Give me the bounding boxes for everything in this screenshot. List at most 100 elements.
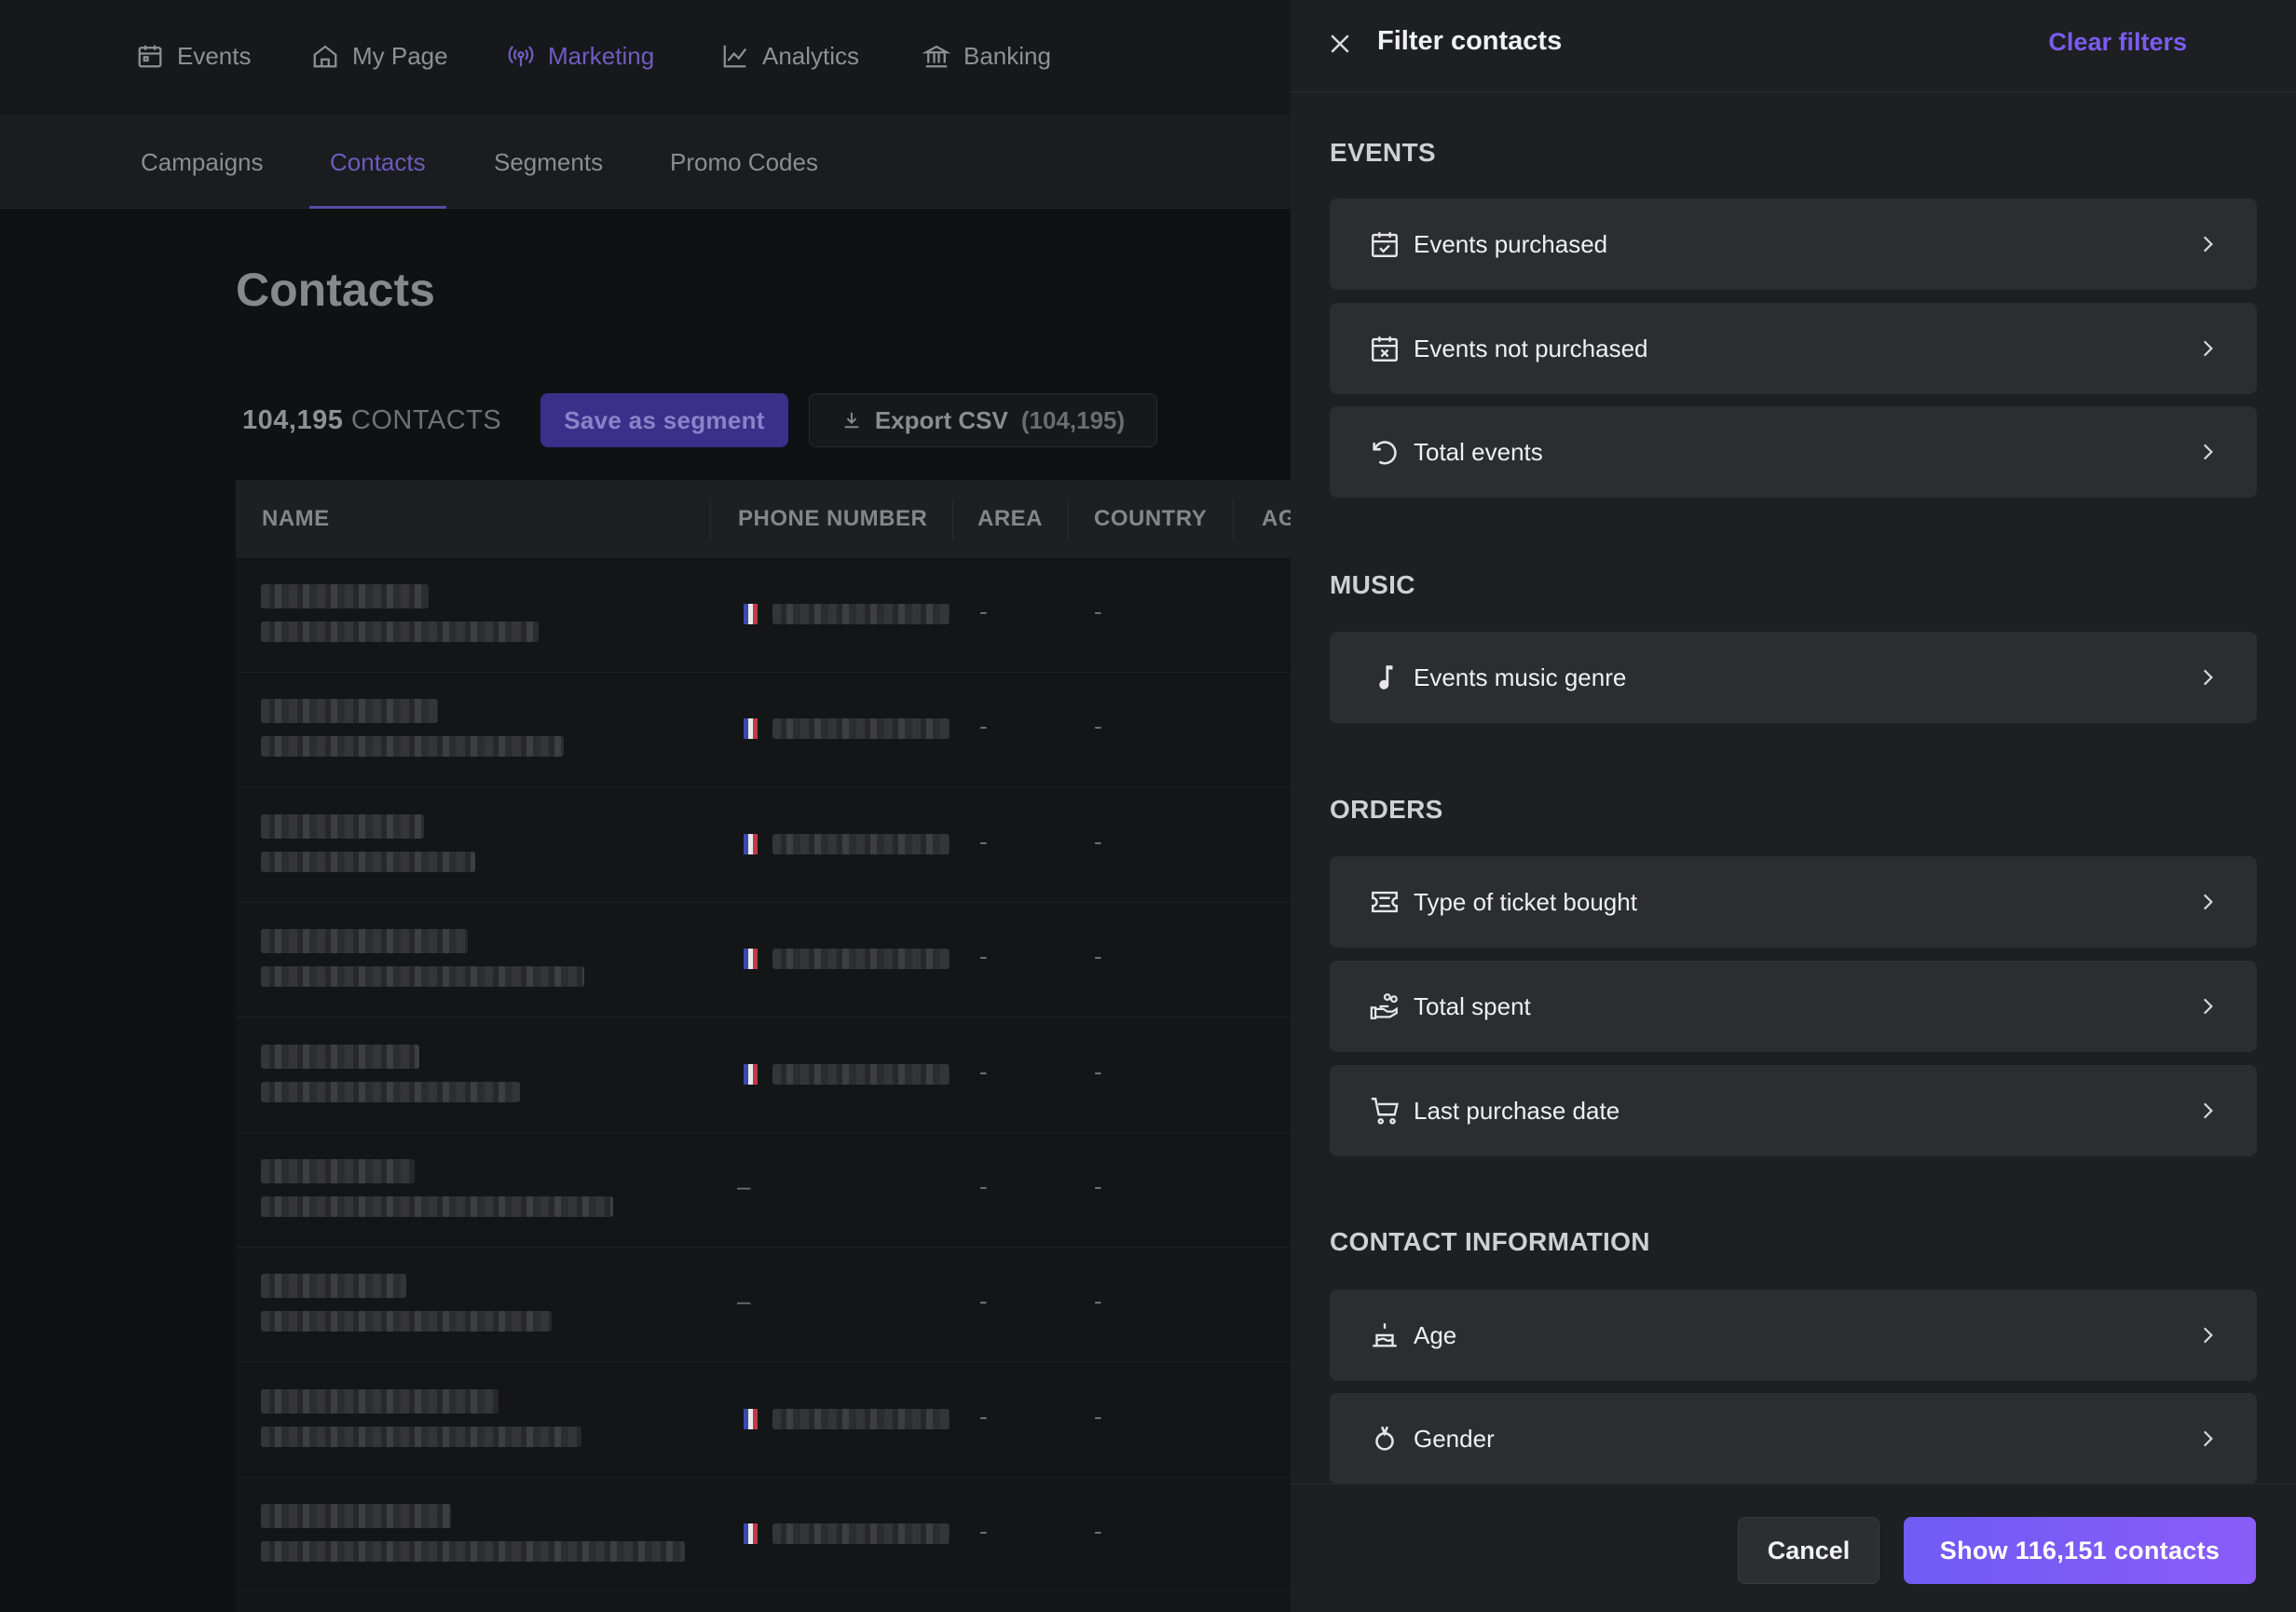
filter-option-events-music-genre[interactable]: Events music genre (1330, 632, 2257, 723)
save-as-segment-button[interactable]: Save as segment (540, 393, 788, 447)
gender-icon (1375, 1426, 1394, 1451)
table-header: NAME PHONE NUMBER AREA COUNTRY AG (236, 480, 1291, 558)
contacts-count: 104,195 CONTACTS (242, 405, 501, 436)
country-cell: - (1094, 1172, 1102, 1200)
column-header-name[interactable]: NAME (262, 480, 330, 558)
contact-name-redacted (261, 699, 438, 724)
nav-events-label: Events (177, 41, 252, 70)
column-divider[interactable] (1068, 499, 1069, 540)
column-header-phone[interactable]: PHONE NUMBER (738, 480, 927, 558)
contact-name-redacted (261, 813, 424, 839)
nav-my-page[interactable]: My Page (311, 37, 448, 75)
contact-email-redacted (261, 1081, 520, 1102)
filter-option-age[interactable]: Age (1330, 1290, 2257, 1381)
show-contacts-button[interactable]: Show 116,151 contacts (1904, 1517, 2256, 1584)
filter-option-total-spent[interactable]: Total spent (1330, 961, 2257, 1052)
chevron-right-icon (2203, 444, 2213, 460)
nav-events[interactable]: Events (136, 37, 252, 75)
country-cell: - (1094, 1057, 1102, 1086)
filter-option-label: Total spent (1414, 991, 1531, 1020)
country-flag-icon (744, 1523, 758, 1545)
filter-option-label: Total events (1414, 437, 1543, 466)
filter-panel-title: Filter contacts (1377, 26, 1563, 56)
table-row[interactable]: – - - (236, 1248, 1291, 1363)
table-row[interactable]: – - - (236, 1133, 1291, 1248)
country-cell: - (1094, 712, 1102, 741)
filter-option-gender[interactable]: Gender (1330, 1393, 2257, 1484)
chevron-right-icon (2203, 1102, 2213, 1119)
contact-name-redacted (261, 1388, 499, 1414)
music-note-icon (1379, 665, 1393, 690)
rotate-ccw-icon (1373, 441, 1397, 465)
tab-campaigns[interactable]: Campaigns (141, 116, 264, 209)
country-cell: - (1094, 597, 1102, 625)
cancel-button[interactable]: Cancel (1738, 1517, 1879, 1584)
phone-number-redacted (772, 1408, 950, 1429)
table-row[interactable]: -- (236, 1018, 1291, 1133)
column-header-age[interactable]: AG (1262, 480, 1291, 558)
bank-icon (922, 45, 950, 68)
nav-banking[interactable]: Banking (922, 37, 1051, 75)
contact-name-redacted (261, 584, 429, 608)
contacts-page-background: Events My Page Marketing Analytics Banki… (0, 0, 1291, 1612)
close-icon[interactable] (1326, 30, 1354, 58)
column-divider[interactable] (1233, 499, 1234, 540)
section-label-music: MUSIC (1330, 570, 1415, 599)
chevron-right-icon (2203, 340, 2213, 357)
country-flag-icon (744, 1408, 758, 1429)
filter-option-label: Events music genre (1414, 663, 1627, 691)
table-row[interactable]: -- (236, 1478, 1291, 1593)
contact-email-redacted (261, 851, 475, 872)
tab-contacts[interactable]: Contacts (309, 116, 446, 209)
clear-filters-button[interactable]: Clear filters (2048, 28, 2187, 57)
area-cell: - (979, 942, 988, 971)
table-row[interactable]: -- (236, 903, 1291, 1018)
country-flag-icon (744, 718, 758, 740)
table-row[interactable]: -- (236, 1363, 1291, 1478)
contact-name-redacted (261, 1274, 406, 1299)
country-cell: - (1094, 1401, 1102, 1430)
column-divider[interactable] (952, 499, 953, 540)
filter-option-label: Events purchased (1414, 229, 1608, 258)
contacts-table: NAME PHONE NUMBER AREA COUNTRY AG ------… (236, 480, 1291, 1612)
contact-name-redacted (261, 1044, 419, 1069)
page-title: Contacts (236, 264, 435, 316)
contact-name-redacted (261, 1159, 415, 1183)
phone-number-redacted (772, 1523, 950, 1545)
column-header-country[interactable]: COUNTRY (1094, 480, 1207, 558)
filter-option-total-events[interactable]: Total events (1330, 406, 2257, 498)
phone-number-redacted (772, 604, 950, 624)
top-navigation: Events My Page Marketing Analytics Banki… (0, 0, 1291, 116)
tab-promo-codes[interactable]: Promo Codes (670, 116, 818, 209)
contact-email-redacted (261, 1541, 685, 1563)
tab-segments[interactable]: Segments (494, 116, 603, 209)
nav-marketing-label: Marketing (548, 41, 655, 70)
filter-option-last-purchase-date[interactable]: Last purchase date (1330, 1065, 2257, 1156)
column-header-area[interactable]: AREA (977, 480, 1043, 558)
phone-number-redacted (772, 1063, 950, 1085)
filter-option-events-not-purchased[interactable]: Events not purchased (1330, 303, 2257, 394)
area-cell: - (979, 826, 988, 855)
table-row[interactable]: -- (236, 558, 1291, 673)
export-csv-button[interactable]: Export CSV (104,195) (809, 393, 1157, 447)
country-cell: - (1094, 942, 1102, 971)
phone-number-redacted (772, 718, 950, 740)
country-flag-icon (744, 949, 758, 970)
area-cell: - (979, 1172, 988, 1200)
nav-analytics[interactable]: Analytics (721, 37, 859, 75)
ticket-icon (1372, 891, 1398, 913)
table-row[interactable]: -- (236, 673, 1291, 788)
chevron-right-icon (2203, 998, 2213, 1015)
export-csv-label: Export CSV (874, 405, 1008, 434)
cake-icon (1373, 1323, 1397, 1347)
shopping-cart-icon (1371, 1098, 1400, 1125)
nav-marketing[interactable]: Marketing (507, 37, 654, 75)
filter-option-label: Last purchase date (1414, 1096, 1620, 1125)
download-icon (844, 412, 859, 429)
column-divider[interactable] (710, 499, 711, 540)
contacts-count-unit: CONTACTS (350, 404, 502, 435)
country-cell: - (1094, 826, 1102, 855)
filter-option-events-purchased[interactable]: Events purchased (1330, 198, 2257, 290)
table-row[interactable]: -- (236, 788, 1291, 903)
filter-option-type-of-ticket[interactable]: Type of ticket bought (1330, 856, 2257, 948)
